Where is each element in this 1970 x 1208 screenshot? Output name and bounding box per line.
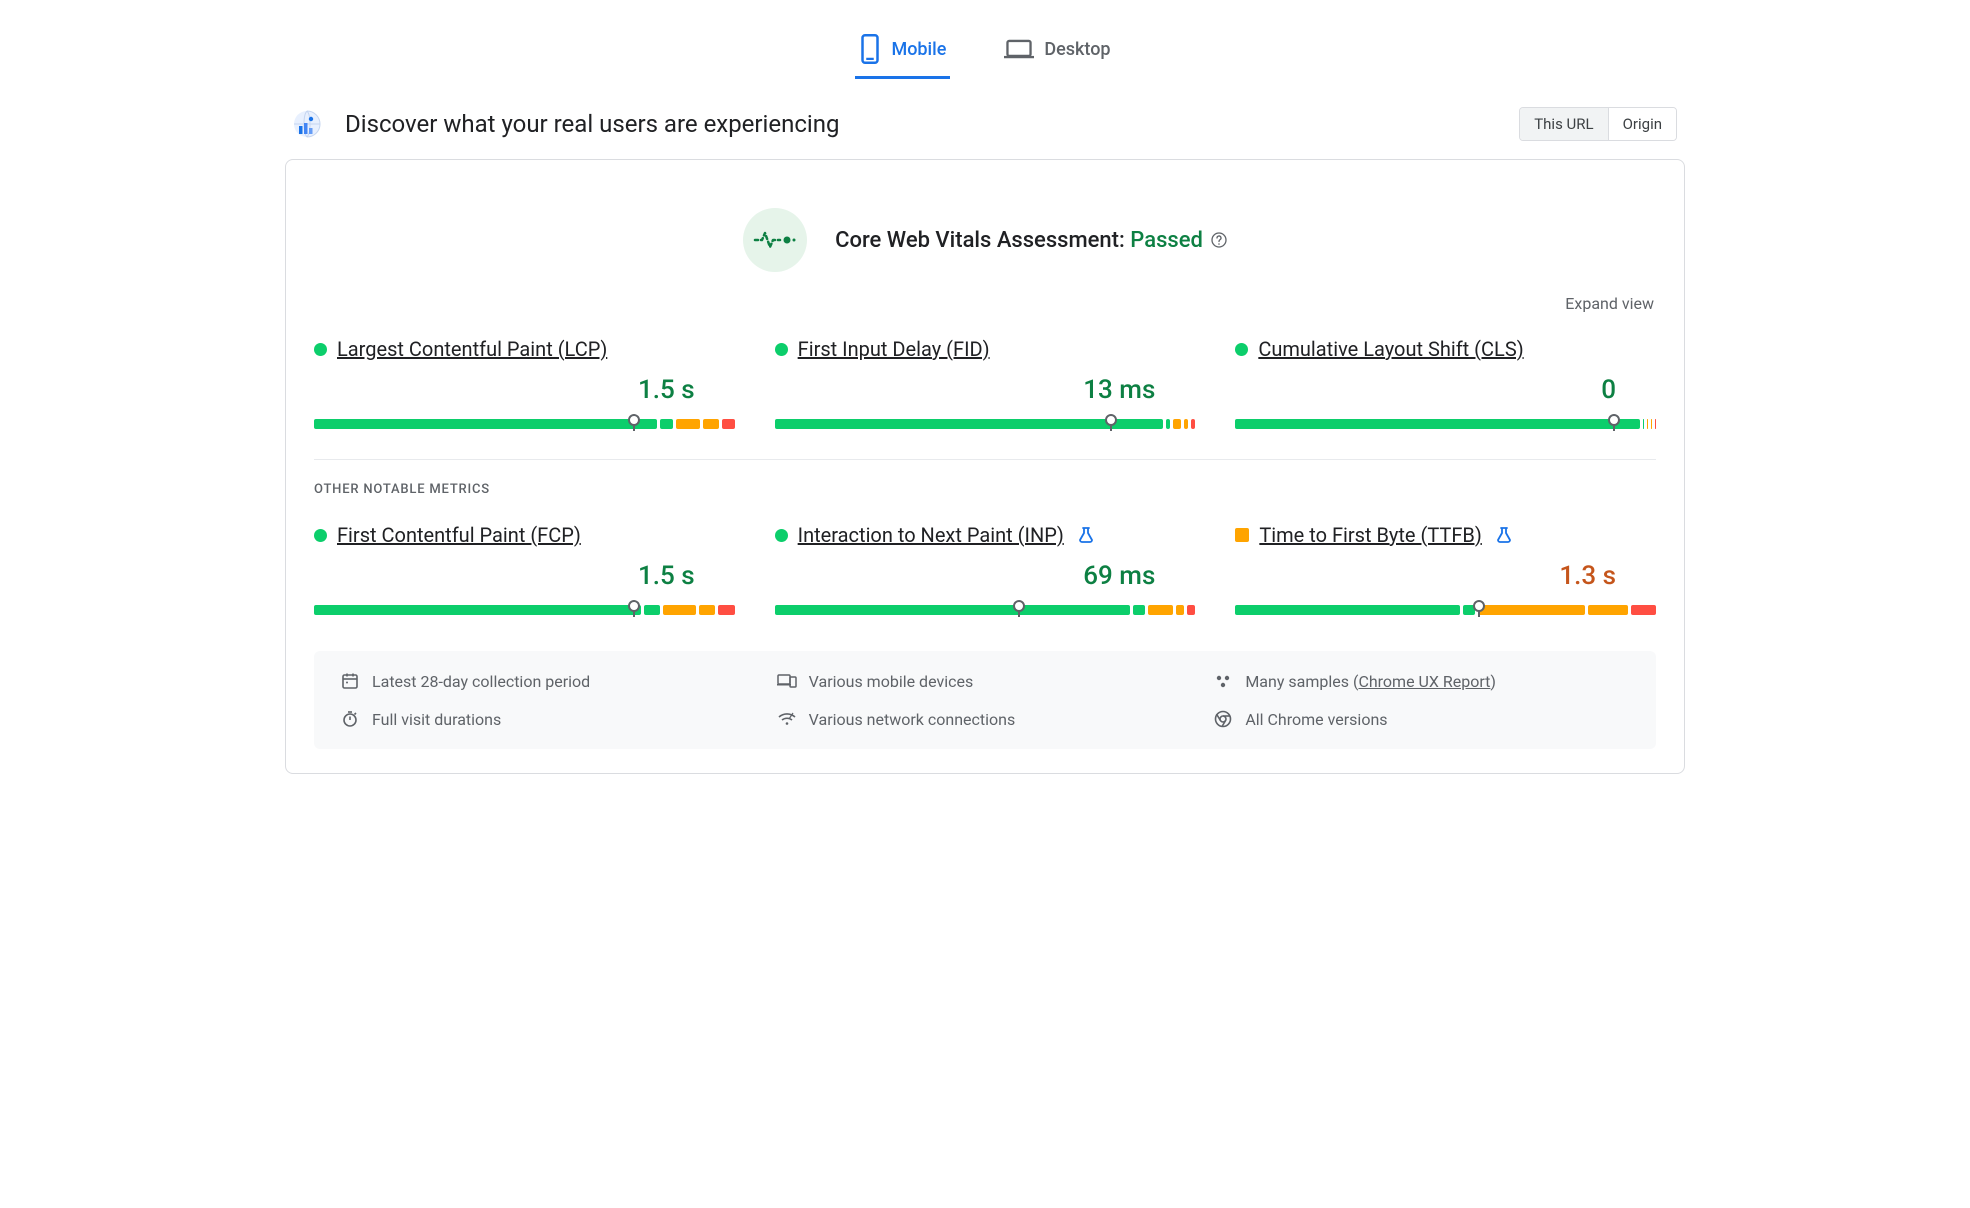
status-dot xyxy=(1235,528,1249,542)
desktop-icon xyxy=(1004,38,1034,60)
distribution-bar xyxy=(1235,419,1656,429)
metric-value: 0 xyxy=(1235,361,1656,415)
footer-info: Latest 28-day collection period Various … xyxy=(314,651,1656,749)
distribution-bar xyxy=(314,419,735,429)
percentile-marker xyxy=(628,414,640,426)
metric-name-link[interactable]: First Input Delay (FID) xyxy=(798,337,990,361)
distribution-bar xyxy=(1235,605,1656,615)
header-row: Discover what your real users are experi… xyxy=(285,79,1685,159)
calendar-icon xyxy=(340,671,360,691)
assessment-text: Core Web Vitals Assessment: Passed xyxy=(835,228,1227,253)
percentile-marker xyxy=(1608,414,1620,426)
help-icon[interactable] xyxy=(1211,232,1227,248)
metric-cls: Cumulative Layout Shift (CLS) 0 xyxy=(1235,337,1656,429)
devices-icon xyxy=(777,671,797,691)
crux-report-link[interactable]: Chrome UX Report xyxy=(1358,672,1490,691)
metric-value: 13 ms xyxy=(775,361,1196,415)
metric-ttfb: Time to First Byte (TTFB) 1.3 s xyxy=(1235,523,1656,615)
metric-value: 1.3 s xyxy=(1235,547,1656,601)
status-dot xyxy=(775,343,788,356)
distribution-bar xyxy=(775,419,1196,429)
metric-name-link[interactable]: Cumulative Layout Shift (CLS) xyxy=(1258,337,1523,361)
status-dot xyxy=(314,343,327,356)
assessment-status: Passed xyxy=(1130,228,1203,253)
expand-view-link[interactable]: Expand view xyxy=(314,288,1656,337)
vitals-panel: Core Web Vitals Assessment: Passed Expan… xyxy=(285,159,1685,774)
status-dot xyxy=(1235,343,1248,356)
metric-fcp: First Contentful Paint (FCP) 1.5 s xyxy=(314,523,735,615)
metric-name-link[interactable]: Interaction to Next Paint (INP) xyxy=(798,523,1064,547)
chrome-icon xyxy=(1213,709,1233,729)
core-metrics-grid: Largest Contentful Paint (LCP) 1.5 s Fir… xyxy=(314,337,1656,429)
page-title: Discover what your real users are experi… xyxy=(345,110,839,138)
metric-value: 1.5 s xyxy=(314,547,735,601)
flask-icon xyxy=(1078,526,1094,544)
percentile-marker xyxy=(1013,600,1025,612)
flask-icon xyxy=(1496,526,1512,544)
mobile-icon xyxy=(859,34,881,64)
info-network: Various network connections xyxy=(777,709,1194,729)
tab-desktop-label: Desktop xyxy=(1044,39,1110,60)
distribution-bar xyxy=(775,605,1196,615)
info-samples: Many samples (Chrome UX Report) xyxy=(1213,671,1630,691)
tab-mobile[interactable]: Mobile xyxy=(855,22,950,79)
metric-fid: First Input Delay (FID) 13 ms xyxy=(775,337,1196,429)
tab-mobile-label: Mobile xyxy=(891,39,946,60)
distribution-bar xyxy=(314,605,735,615)
scope-this-url-button[interactable]: This URL xyxy=(1520,108,1607,140)
device-tabs: Mobile Desktop xyxy=(285,12,1685,79)
percentile-marker xyxy=(1473,600,1485,612)
tab-desktop[interactable]: Desktop xyxy=(1000,22,1114,79)
info-durations: Full visit durations xyxy=(340,709,757,729)
samples-icon xyxy=(1213,671,1233,691)
network-icon xyxy=(777,709,797,729)
other-metrics-label: OTHER NOTABLE METRICS xyxy=(314,482,1656,497)
status-dot xyxy=(775,529,788,542)
metric-inp: Interaction to Next Paint (INP) 69 ms xyxy=(775,523,1196,615)
metric-name-link[interactable]: Largest Contentful Paint (LCP) xyxy=(337,337,607,361)
metric-name-link[interactable]: First Contentful Paint (FCP) xyxy=(337,523,581,547)
other-metrics-grid: First Contentful Paint (FCP) 1.5 s Inter… xyxy=(314,523,1656,615)
info-versions: All Chrome versions xyxy=(1213,709,1630,729)
info-period: Latest 28-day collection period xyxy=(340,671,757,691)
metric-lcp: Largest Contentful Paint (LCP) 1.5 s xyxy=(314,337,735,429)
scope-toggle: This URL Origin xyxy=(1519,107,1677,141)
metric-value: 69 ms xyxy=(775,547,1196,601)
stopwatch-icon xyxy=(340,709,360,729)
divider xyxy=(314,459,1656,460)
percentile-marker xyxy=(628,600,640,612)
metric-name-link[interactable]: Time to First Byte (TTFB) xyxy=(1259,523,1482,547)
metric-value: 1.5 s xyxy=(314,361,735,415)
scope-origin-button[interactable]: Origin xyxy=(1608,108,1676,140)
crux-icon xyxy=(293,110,321,138)
pulse-icon xyxy=(743,208,807,272)
info-devices: Various mobile devices xyxy=(777,671,1194,691)
percentile-marker xyxy=(1105,414,1117,426)
status-dot xyxy=(314,529,327,542)
assessment-banner: Core Web Vitals Assessment: Passed xyxy=(314,184,1656,288)
